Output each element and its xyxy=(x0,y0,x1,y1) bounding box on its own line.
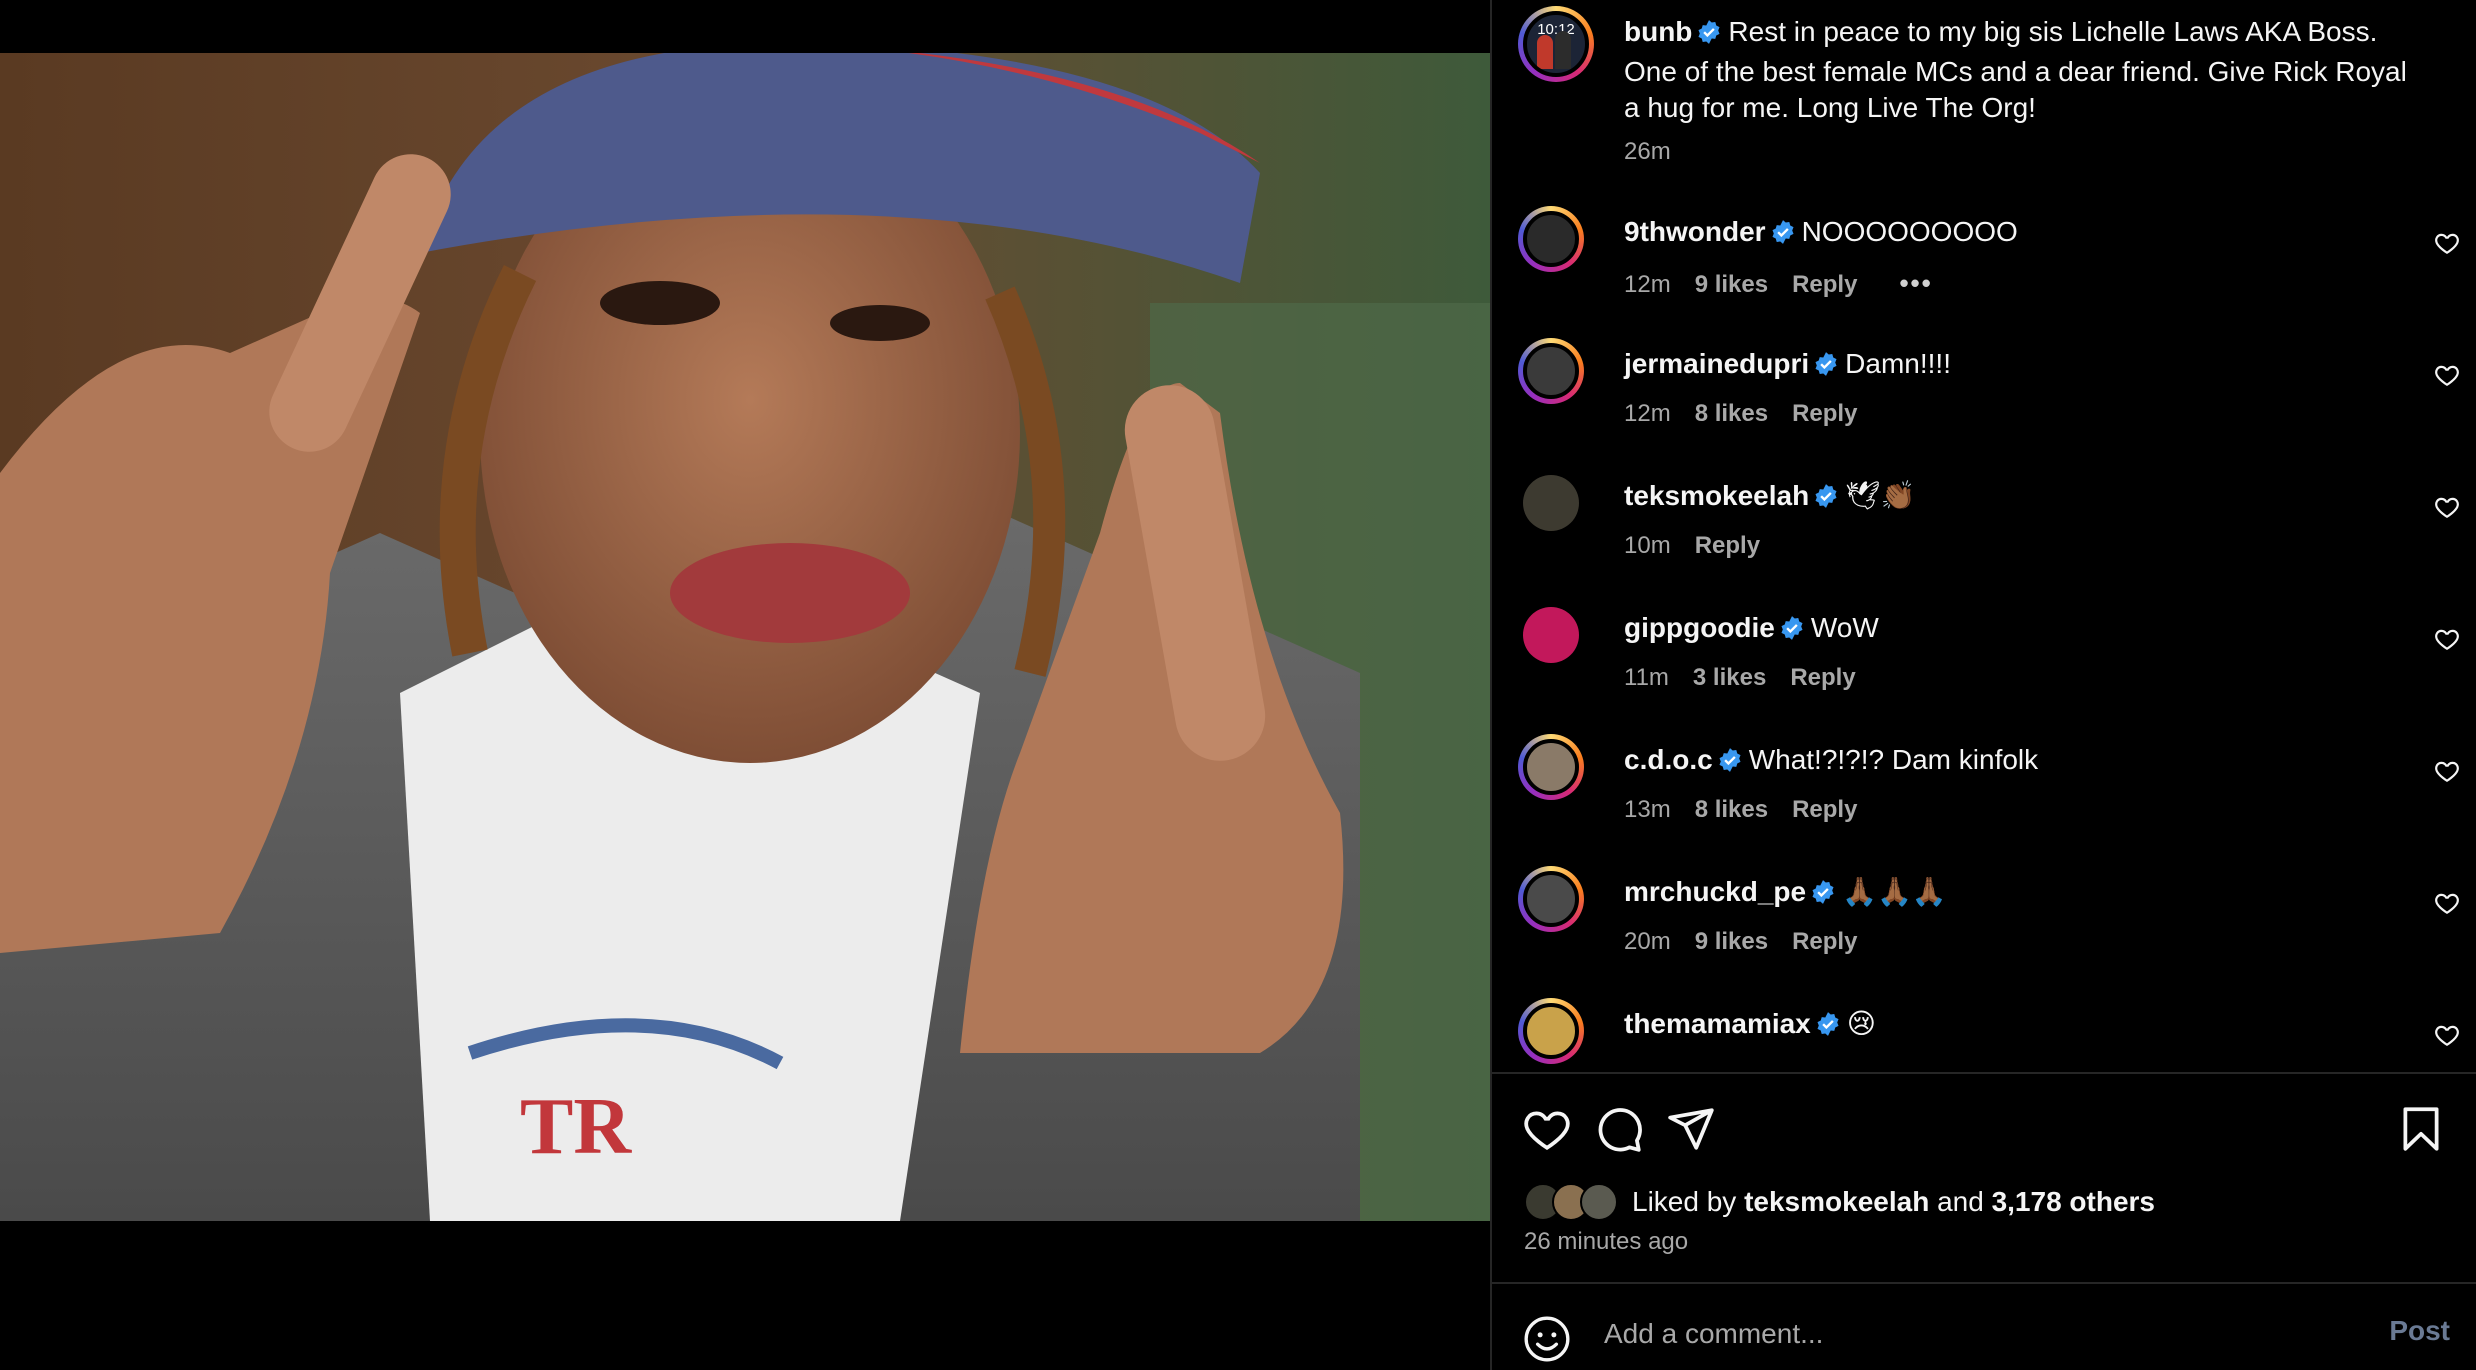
comment-likes[interactable]: 8 likes xyxy=(1695,400,1768,427)
comment-composer: Post xyxy=(1492,1282,2476,1370)
verified-badge-icon xyxy=(1779,614,1805,650)
verified-badge-icon xyxy=(1813,350,1839,386)
emoji-smiley-icon[interactable] xyxy=(1522,1314,1572,1364)
like-comment-heart-icon[interactable] xyxy=(2434,230,2460,256)
comment-meta: 12m 8 likes Reply xyxy=(1624,400,1881,428)
verified-badge-icon xyxy=(1813,482,1839,518)
comment-text: 🙏🏾🙏🏾🙏🏾 xyxy=(1842,876,1947,907)
comment-username[interactable]: 9thwonder xyxy=(1624,216,1766,247)
verified-badge-icon xyxy=(1810,878,1836,914)
likes-summary: Liked by teksmokeelah and 3,178 others xyxy=(1524,1180,2155,1224)
comment-likes[interactable]: 3 likes xyxy=(1693,664,1766,691)
comment-likes[interactable]: 9 likes xyxy=(1695,928,1768,955)
more-options-icon[interactable]: ••• xyxy=(1899,268,1932,298)
commenter-avatar[interactable] xyxy=(1518,998,1584,1064)
comment-time: 10m xyxy=(1624,532,1671,559)
comment-time: 13m xyxy=(1624,796,1671,823)
comment-body: mrchuckd_pe 🙏🏾🙏🏾🙏🏾 xyxy=(1624,874,2416,914)
post-media: TR xyxy=(0,0,1490,1370)
likes-joiner: and xyxy=(1937,1186,1984,1217)
likes-others-count[interactable]: 3,178 others xyxy=(1992,1186,2155,1218)
comment-text: 🕊👏🏾 xyxy=(1845,480,1916,511)
comment-text: NOOOOOOOOO xyxy=(1801,216,2018,247)
like-comment-heart-icon[interactable] xyxy=(2434,1022,2460,1048)
verified-badge-icon xyxy=(1770,218,1796,254)
comment-text: Damn!!!! xyxy=(1845,348,1951,379)
comment-body: themamamiax 😢 xyxy=(1624,1006,2416,1046)
post-comment-button[interactable]: Post xyxy=(2383,1314,2456,1348)
like-comment-heart-icon[interactable] xyxy=(2434,758,2460,784)
comment-body: teksmokeelah 🕊👏🏾 xyxy=(1624,478,2416,518)
commenter-avatar[interactable] xyxy=(1518,734,1584,800)
comment-meta: 13m 8 likes Reply xyxy=(1624,796,1881,824)
svg-text:TR: TR xyxy=(520,1083,632,1171)
commenter-avatar[interactable] xyxy=(1518,338,1584,404)
comment-time: 11m xyxy=(1624,664,1669,691)
like-heart-icon[interactable] xyxy=(1522,1104,1572,1154)
post-caption: bunb Rest in peace to my big sis Lichelle… xyxy=(1624,14,2416,126)
likes-username[interactable]: teksmokeelah xyxy=(1744,1186,1929,1218)
comment-likes[interactable]: 8 likes xyxy=(1695,796,1768,823)
comment-bubble-icon[interactable] xyxy=(1594,1104,1644,1154)
post-side-panel: 10:12 bunb Rest in peace to my big sis Li… xyxy=(1490,0,2476,1370)
like-comment-heart-icon[interactable] xyxy=(2434,494,2460,520)
comment-username[interactable]: teksmokeelah xyxy=(1624,480,1809,511)
comment-username[interactable]: jermainedupri xyxy=(1624,348,1809,379)
commenter-avatar[interactable] xyxy=(1518,602,1584,668)
comment-likes[interactable]: 9 likes xyxy=(1695,271,1768,298)
comment-meta: 20m 9 likes Reply xyxy=(1624,928,1881,956)
reply-button[interactable]: Reply xyxy=(1792,400,1857,427)
comment-meta: 11m 3 likes Reply xyxy=(1624,664,1880,692)
like-comment-heart-icon[interactable] xyxy=(2434,362,2460,388)
comment-body: c.d.o.c What!?!?!? Dam kinfolk xyxy=(1624,742,2416,782)
comment-username[interactable]: themamamiax xyxy=(1624,1008,1811,1039)
commenter-avatar[interactable] xyxy=(1518,866,1584,932)
verified-badge-icon xyxy=(1696,18,1722,54)
verified-badge-icon xyxy=(1717,746,1743,782)
author-avatar[interactable]: 10:12 xyxy=(1518,6,1594,82)
liker-avatar xyxy=(1580,1183,1618,1221)
comment-text: What!?!?!? Dam kinfolk xyxy=(1748,744,2039,775)
comment-text: 😢 xyxy=(1846,1008,1876,1039)
verified-badge-icon xyxy=(1815,1010,1841,1046)
reply-button[interactable]: Reply xyxy=(1792,271,1857,298)
comment-meta: 12m 9 likes Reply ••• xyxy=(1624,268,1957,299)
comment-username[interactable]: c.d.o.c xyxy=(1624,744,1713,775)
reply-button[interactable]: Reply xyxy=(1792,796,1857,823)
comment-body: 9thwonder NOOOOOOOOO xyxy=(1624,214,2416,254)
comment-time: 12m xyxy=(1624,271,1671,298)
caption-text: Rest in peace to my big sis Lichelle Law… xyxy=(1624,16,2407,123)
comment-text: WoW xyxy=(1810,612,1879,643)
comment-meta: 10m Reply xyxy=(1624,532,1784,560)
like-comment-heart-icon[interactable] xyxy=(2434,626,2460,652)
liker-avatars xyxy=(1524,1183,1618,1221)
commenter-avatar[interactable] xyxy=(1518,206,1584,272)
comment-username[interactable]: mrchuckd_pe xyxy=(1624,876,1806,907)
like-comment-heart-icon[interactable] xyxy=(2434,890,2460,916)
caption-meta: 26m xyxy=(1624,138,1695,166)
add-comment-input[interactable] xyxy=(1602,1308,2306,1360)
comment-body: jermainedupri Damn!!!! xyxy=(1624,346,2416,386)
share-send-icon[interactable] xyxy=(1666,1104,1716,1154)
save-bookmark-icon[interactable] xyxy=(2396,1104,2446,1154)
likes-prefix: Liked by xyxy=(1632,1186,1737,1217)
comment-username[interactable]: gippgoodie xyxy=(1624,612,1775,643)
reply-button[interactable]: Reply xyxy=(1695,532,1760,559)
comment-body: gippgoodie WoW xyxy=(1624,610,2416,650)
caption-author[interactable]: bunb xyxy=(1624,16,1692,47)
comment-list[interactable]: 10:12 bunb Rest in peace to my big sis Li… xyxy=(1492,0,2476,1072)
reply-button[interactable]: Reply xyxy=(1792,928,1857,955)
post-photo: TR xyxy=(0,53,1490,1221)
comment-time: 12m xyxy=(1624,400,1671,427)
reply-button[interactable]: Reply xyxy=(1790,664,1855,691)
comment-time: 20m xyxy=(1624,928,1671,955)
post-timestamp[interactable]: 26 minutes ago xyxy=(1524,1228,1688,1256)
commenter-avatar[interactable] xyxy=(1518,470,1584,536)
caption-time: 26m xyxy=(1624,138,1671,165)
